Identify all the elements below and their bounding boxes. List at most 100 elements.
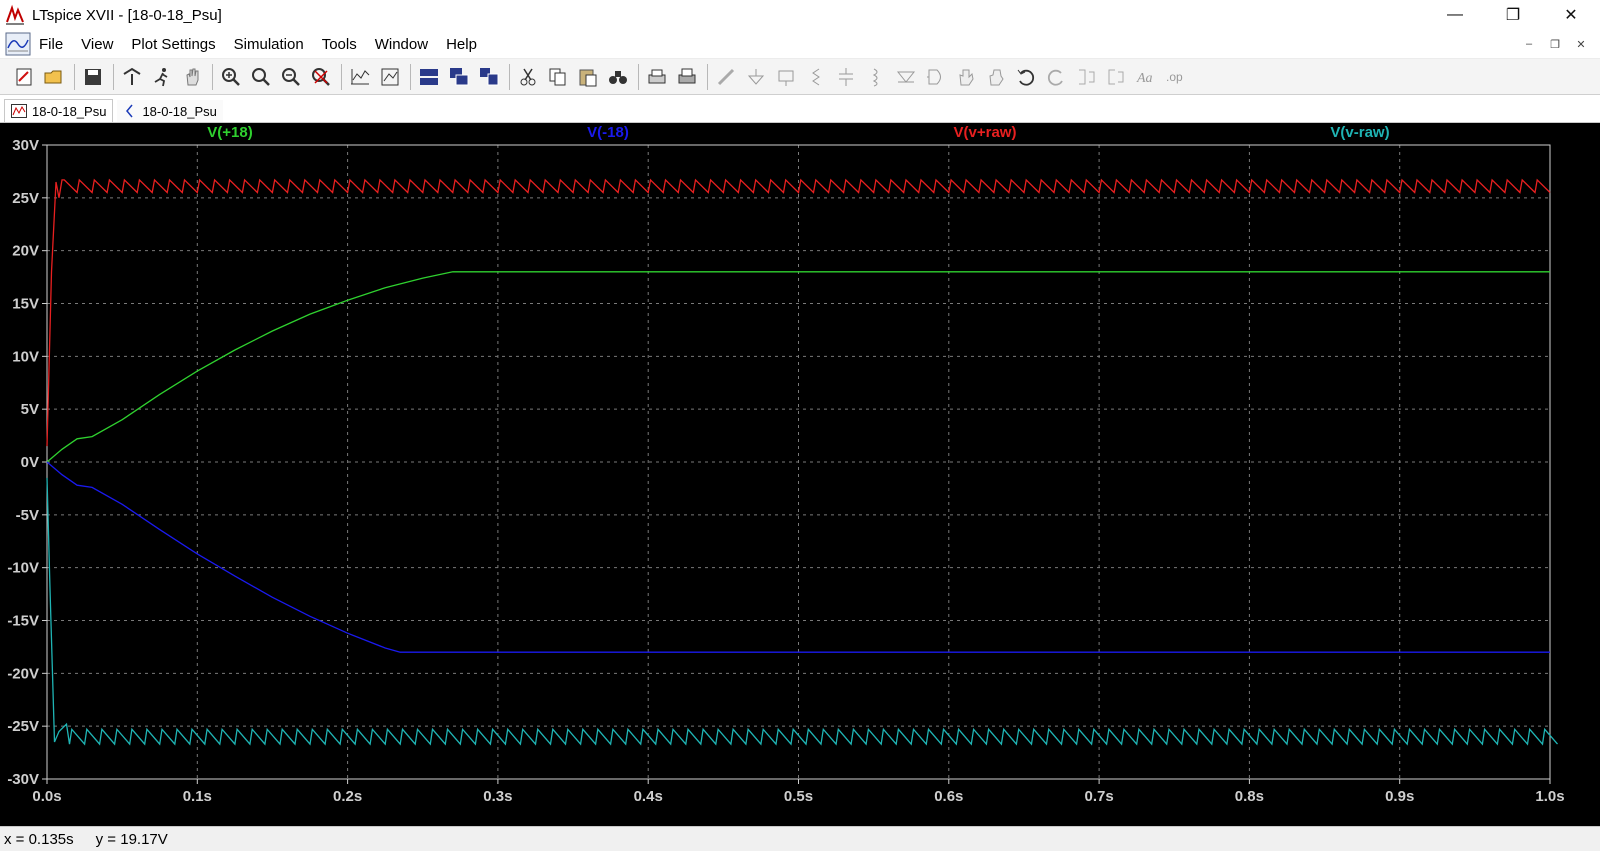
x-tick-label: 0.4s xyxy=(634,788,663,805)
restore-icon: ❐ xyxy=(1505,7,1521,24)
run-icon xyxy=(154,67,168,86)
cut-icon xyxy=(520,68,536,85)
cut-button[interactable] xyxy=(514,63,542,91)
trace-legend-label[interactable]: V(-18) xyxy=(587,124,629,141)
menu-tools[interactable]: Tools xyxy=(322,36,357,53)
status-bar: x = 0.135s y = 19.17V xyxy=(0,826,1600,851)
zoom-out-button[interactable] xyxy=(277,63,305,91)
autorange-button[interactable] xyxy=(346,63,374,91)
zoom-in-icon xyxy=(222,67,240,86)
find-button[interactable] xyxy=(604,63,632,91)
toolbar-separator xyxy=(113,63,114,90)
halt-button[interactable] xyxy=(178,63,206,91)
zoom-cancel-button[interactable] xyxy=(307,63,335,91)
y-tick-label: -25V xyxy=(7,718,39,735)
y-tick-label: -10V xyxy=(7,560,39,577)
halt-icon xyxy=(186,68,199,85)
trace-legend-label[interactable]: V(v+raw) xyxy=(954,124,1017,141)
diode-icon xyxy=(896,71,916,83)
menu-simulation[interactable]: Simulation xyxy=(234,36,304,53)
toolbar-separator xyxy=(707,63,708,90)
control-panel-button[interactable] xyxy=(118,63,146,91)
x-tick-label: 0.6s xyxy=(934,788,963,805)
label-button[interactable] xyxy=(772,63,800,91)
x-tick-label: 0.9s xyxy=(1385,788,1414,805)
close-button[interactable]: ✕ xyxy=(1542,0,1600,30)
schematic-icon xyxy=(123,104,137,118)
child-close-button[interactable]: ✕ xyxy=(1568,38,1594,51)
cascade-button[interactable] xyxy=(445,63,473,91)
tab-schematic[interactable]: 18-0-18_Psu xyxy=(117,100,223,122)
toolbar-separator xyxy=(74,63,75,90)
component-button[interactable] xyxy=(922,63,950,91)
toolbar-separator xyxy=(509,63,510,90)
rotate-button[interactable] xyxy=(1072,63,1100,91)
menu-window[interactable]: Window xyxy=(375,36,428,53)
menu-file[interactable]: File xyxy=(39,36,63,53)
y-tick-label: -30V xyxy=(7,771,39,788)
tab-waveform[interactable]: 18-0-18_Psu xyxy=(4,99,114,122)
capacitor-icon xyxy=(839,67,853,86)
drag-button[interactable] xyxy=(982,63,1010,91)
spice-directive-button[interactable]: .op xyxy=(1162,63,1190,91)
component-icon xyxy=(927,69,941,84)
move-button[interactable] xyxy=(952,63,980,91)
svg-text:Aa: Aa xyxy=(1136,71,1153,86)
trace-legend-label[interactable]: V(v-raw) xyxy=(1330,124,1389,141)
tile-vertical-button[interactable] xyxy=(475,63,503,91)
zoom-fit-button[interactable] xyxy=(247,63,275,91)
trace-legend-label[interactable]: V(+18) xyxy=(207,124,252,141)
plot-canvas[interactable]: 0.0s 0.1s 0.2s 0.3s 0.4s 0.5s 0.6s 0.7s 0.8s 0.9s… xyxy=(0,123,1600,826)
save-button[interactable] xyxy=(79,63,107,91)
cascade-icon xyxy=(450,67,469,85)
tile-horizontal-icon xyxy=(420,68,438,85)
zoom-in-button[interactable] xyxy=(217,63,245,91)
tile-horizontal-button[interactable] xyxy=(415,63,443,91)
diode-button[interactable] xyxy=(892,63,920,91)
mirror-button[interactable] xyxy=(1102,63,1130,91)
wire-button[interactable] xyxy=(712,63,740,91)
run-button[interactable] xyxy=(148,63,176,91)
minimize-icon: — xyxy=(1447,6,1463,23)
y-tick-label: 20V xyxy=(12,243,39,260)
copy-button[interactable] xyxy=(544,63,572,91)
waveform-plot[interactable]: 0.0s 0.1s 0.2s 0.3s 0.4s 0.5s 0.6s 0.7s 0.8s 0.9s… xyxy=(0,123,1600,826)
inductor-button[interactable] xyxy=(862,63,890,91)
child-restore-button[interactable]: ❐ xyxy=(1542,38,1568,51)
menu-plot-settings[interactable]: Plot Settings xyxy=(131,36,215,53)
new-schematic-button[interactable] xyxy=(10,63,38,91)
paste-button[interactable] xyxy=(574,63,602,91)
y-tick-label: -20V xyxy=(7,665,39,682)
zoom-cancel-icon xyxy=(312,67,330,86)
x-tick-label: 0.7s xyxy=(1084,788,1113,805)
text-button[interactable]: Aa xyxy=(1132,63,1160,91)
minimize-button[interactable]: — xyxy=(1426,0,1484,30)
rotate-icon xyxy=(1079,69,1095,84)
undo-icon xyxy=(1017,69,1035,86)
close-icon: ✕ xyxy=(1564,7,1578,24)
ground-icon xyxy=(747,68,765,85)
x-tick-label: 0.1s xyxy=(183,788,212,805)
undo-button[interactable] xyxy=(1012,63,1040,91)
x-tick-label: 0.8s xyxy=(1235,788,1264,805)
y-tick-label: 10V xyxy=(12,348,39,365)
child-minimize-button[interactable]: – xyxy=(1516,38,1542,50)
resistor-button[interactable] xyxy=(802,63,830,91)
menu-view[interactable]: View xyxy=(81,36,113,53)
waveform-window-icon[interactable] xyxy=(5,32,31,56)
waveform-icon xyxy=(11,104,27,118)
y-tick-label: 30V xyxy=(12,137,39,154)
manual-limits-button[interactable] xyxy=(376,63,404,91)
y-tick-label: 15V xyxy=(12,296,39,313)
restore-button[interactable]: ❐ xyxy=(1484,0,1542,30)
print-setup-button[interactable] xyxy=(673,63,701,91)
capacitor-button[interactable] xyxy=(832,63,860,91)
print-button[interactable] xyxy=(643,63,671,91)
toolbar-separator xyxy=(341,63,342,90)
y-tick-label: 25V xyxy=(12,190,39,207)
redo-button[interactable] xyxy=(1042,63,1070,91)
open-button[interactable] xyxy=(40,63,68,91)
ground-button[interactable] xyxy=(742,63,770,91)
menu-help[interactable]: Help xyxy=(446,36,477,53)
print-icon xyxy=(648,69,666,83)
